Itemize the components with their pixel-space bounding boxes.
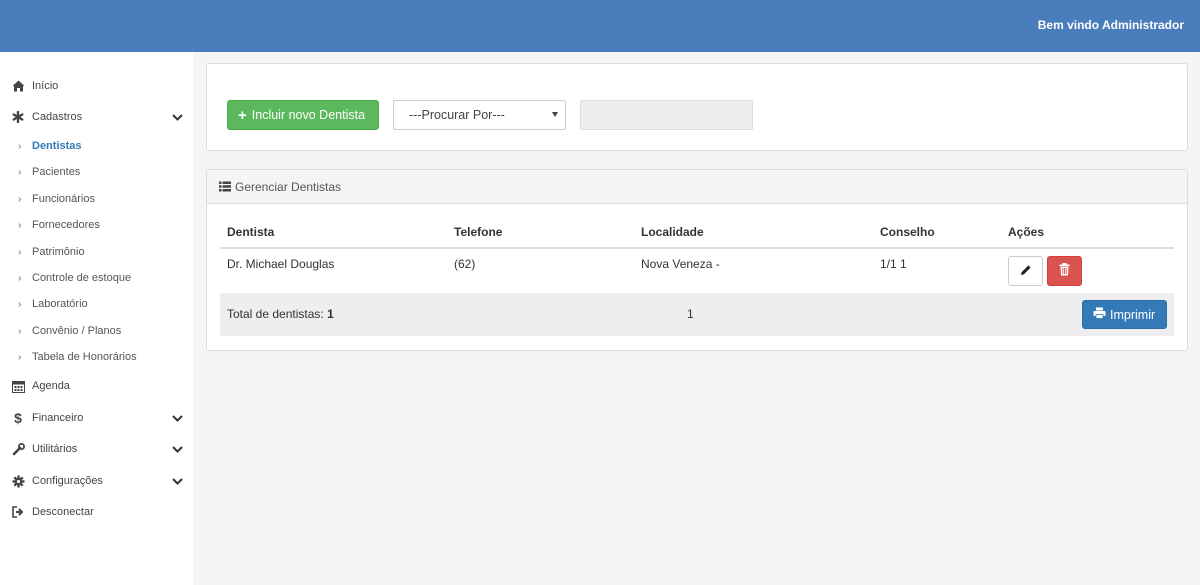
sidebar-subitem-label: Laboratório <box>32 298 88 310</box>
search-by-value: ---Procurar Por--- <box>409 108 505 122</box>
add-dentist-label: Incluir novo Dentista <box>251 108 366 122</box>
sidebar-item-label: Início <box>32 80 59 92</box>
sidebar-subitem-funcionarios[interactable]: › Funcionários <box>0 189 193 211</box>
chevron-right-icon: › <box>18 326 22 337</box>
sidebar-item-financeiro[interactable]: $ Financeiro <box>0 406 193 432</box>
sidebar-subitem-label: Fornecedores <box>32 219 100 231</box>
sidebar-subitem-label: Convênio / Planos <box>32 325 122 337</box>
sidebar-item-label: Financeiro <box>32 412 84 424</box>
column-header-telefone[interactable]: Telefone <box>454 225 502 239</box>
total-value: 1 <box>327 307 334 321</box>
sidebar-subitem-label: Dentistas <box>32 140 82 152</box>
pencil-icon <box>1020 264 1032 279</box>
chevron-right-icon: › <box>18 299 22 310</box>
sidebar-item-agenda[interactable]: Agenda <box>0 374 193 400</box>
cell-dentista: Dr. Michael Douglas <box>227 257 335 271</box>
sidebar-subitem-label: Funcionários <box>32 193 95 205</box>
sidebar-subitem-laboratorio[interactable]: › Laboratório <box>0 294 193 316</box>
search-input[interactable] <box>580 100 753 130</box>
total-label: Total de dentistas: <box>227 307 324 321</box>
plus-icon: + <box>238 106 247 124</box>
table-footer <box>220 293 1174 336</box>
delete-button[interactable] <box>1047 256 1082 286</box>
asterisk-icon <box>11 110 25 124</box>
sidebar-item-cadastros[interactable]: Cadastros <box>0 105 193 131</box>
chevron-right-icon: › <box>18 194 22 205</box>
print-icon <box>1093 307 1110 322</box>
top-bar: Bem vindo Administrador <box>0 0 1200 52</box>
chevron-down-icon <box>172 112 183 123</box>
chevron-down-icon <box>172 444 183 455</box>
search-by-select[interactable]: ---Procurar Por--- <box>393 100 566 130</box>
table-header-divider <box>220 247 1174 249</box>
chevron-right-icon: › <box>18 141 22 152</box>
sidebar-subitem-pacientes[interactable]: › Pacientes <box>0 162 193 184</box>
sidebar-subitem-label: Tabela de Honorários <box>32 351 137 363</box>
cell-localidade: Nova Veneza - <box>641 257 720 271</box>
column-header-acoes: Ações <box>1008 225 1045 239</box>
print-button[interactable]: Imprimir <box>1082 300 1167 329</box>
home-icon <box>11 79 25 93</box>
sidebar-item-utilitarios[interactable]: Utilitários <box>0 437 193 463</box>
sidebar-subitem-dentistas[interactable]: › Dentistas <box>0 136 193 158</box>
column-header-localidade[interactable]: Localidade <box>641 225 704 239</box>
cell-telefone: (62) <box>454 257 476 271</box>
sidebar-item-label: Utilitários <box>32 443 78 455</box>
sidebar-item-desconectar[interactable]: Desconectar <box>0 500 193 526</box>
add-dentist-button[interactable]: + Incluir novo Dentista <box>227 100 379 130</box>
total-count: Total de dentistas: 1 <box>227 307 334 321</box>
chevron-right-icon: › <box>18 273 22 284</box>
sidebar-item-label: Desconectar <box>32 506 94 518</box>
sidebar-item-label: Cadastros <box>32 111 83 123</box>
dollar-icon: $ <box>14 410 22 426</box>
sidebar-item-label: Configurações <box>32 475 103 487</box>
sidebar-subitem-fornecedores[interactable]: › Fornecedores <box>0 215 193 237</box>
chevron-right-icon: › <box>18 247 22 258</box>
sidebar-item-inicio[interactable]: Início <box>0 74 193 100</box>
gear-icon <box>11 474 25 488</box>
sidebar-subitem-label: Pacientes <box>32 166 81 178</box>
chevron-down-icon <box>172 476 183 487</box>
sidebar-subitem-label: Patrimônio <box>32 246 85 258</box>
column-header-dentista[interactable]: Dentista <box>227 225 274 239</box>
caret-down-icon <box>552 112 558 117</box>
sidebar-subitem-honorarios[interactable]: › Tabela de Honorários <box>0 347 193 369</box>
chevron-right-icon: › <box>18 220 22 231</box>
page-number[interactable]: 1 <box>687 307 694 321</box>
sidebar-item-configuracoes[interactable]: Configurações <box>0 469 193 495</box>
wrench-icon <box>11 442 25 456</box>
sidebar-subitem-patrimonio[interactable]: › Patrimônio <box>0 242 193 264</box>
print-label: Imprimir <box>1110 307 1156 322</box>
chevron-right-icon: › <box>18 167 22 178</box>
sidebar-item-label: Agenda <box>32 380 70 392</box>
column-header-conselho[interactable]: Conselho <box>880 225 935 239</box>
chevron-right-icon: › <box>18 352 22 363</box>
chevron-down-icon <box>172 413 183 424</box>
panel-title: Gerenciar Dentistas <box>235 180 342 194</box>
cell-conselho: 1/1 1 <box>880 257 907 271</box>
trash-icon <box>1059 263 1070 279</box>
welcome-text: Bem vindo Administrador <box>1037 18 1184 32</box>
edit-button[interactable] <box>1008 256 1043 286</box>
sidebar-subitem-controle-estoque[interactable]: › Controle de estoque <box>0 268 193 290</box>
list-icon <box>219 181 231 192</box>
sidebar-subitem-convenio[interactable]: › Convênio / Planos <box>0 321 193 343</box>
sign-out-icon <box>11 505 25 519</box>
calendar-icon <box>11 379 25 393</box>
panel-header: Gerenciar Dentistas <box>207 170 1187 204</box>
sidebar-subitem-label: Controle de estoque <box>32 272 132 284</box>
